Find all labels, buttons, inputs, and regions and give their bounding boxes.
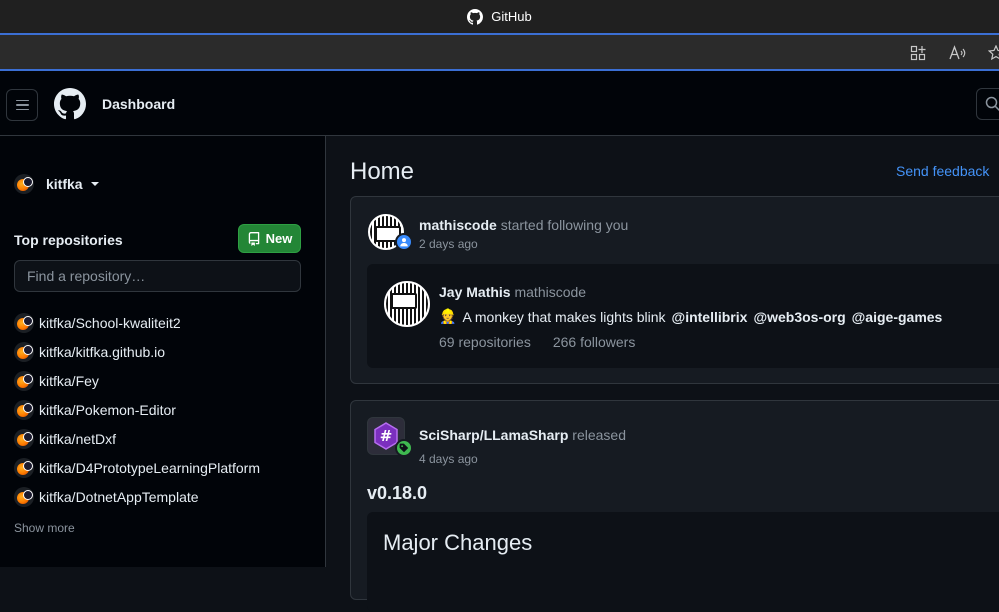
repo-item[interactable]: kitfka/kitfka.github.io bbox=[14, 337, 260, 366]
release-version[interactable]: v0.18.0 bbox=[367, 483, 427, 504]
repo-link[interactable]: kitfka/kitfka.github.io bbox=[39, 344, 165, 360]
account-switcher[interactable]: kitfka bbox=[14, 174, 99, 194]
repository-list: kitfka/School-kwaliteit2 kitfka/kitfka.g… bbox=[14, 308, 260, 511]
repo-item[interactable]: kitfka/Fey bbox=[14, 366, 260, 395]
new-button-label: New bbox=[265, 231, 293, 246]
repo-item[interactable]: kitfka/DotnetAppTemplate bbox=[14, 482, 260, 511]
menu-icon-bar bbox=[15, 108, 29, 111]
actor-link[interactable]: mathiscode bbox=[419, 217, 497, 233]
github-header: Dashboard bbox=[0, 71, 999, 136]
repo-icon bbox=[248, 231, 259, 246]
followers-count[interactable]: 266 followers bbox=[553, 334, 636, 350]
svg-text:#: # bbox=[380, 427, 393, 445]
page-title[interactable]: Dashboard bbox=[102, 96, 175, 112]
avatar bbox=[14, 457, 34, 478]
avatar bbox=[14, 312, 34, 333]
person-badge-icon bbox=[395, 233, 413, 251]
apps-icon[interactable] bbox=[908, 43, 928, 63]
username: kitfka bbox=[46, 176, 83, 192]
send-feedback-link[interactable]: Send feedback bbox=[896, 163, 989, 179]
avatar bbox=[14, 428, 34, 449]
release-notes-heading: Major Changes bbox=[383, 530, 533, 555]
release-event-card: # SciSharp/LLamaSharp released 4 days ag… bbox=[350, 400, 999, 612]
menu-button[interactable] bbox=[6, 89, 38, 121]
follow-event-card: mathiscode started following you 2 days … bbox=[350, 196, 999, 384]
repo-item[interactable]: kitfka/School-kwaliteit2 bbox=[14, 308, 260, 337]
avatar bbox=[14, 486, 34, 507]
favorite-icon[interactable] bbox=[986, 43, 999, 63]
avatar bbox=[14, 399, 34, 420]
mention-link[interactable]: @web3os-org bbox=[753, 309, 845, 325]
browser-title-bar: GitHub bbox=[0, 0, 999, 33]
event-action: released bbox=[572, 427, 626, 443]
release-notes: Major Changes bbox=[367, 512, 999, 612]
worker-emoji-icon: 👷 bbox=[439, 308, 457, 324]
top-repositories-heading: Top repositories bbox=[14, 232, 123, 248]
menu-icon-bar bbox=[15, 104, 29, 106]
bio-text: A monkey that makes lights blink bbox=[462, 308, 666, 325]
repo-link[interactable]: SciSharp/LLamaSharp bbox=[419, 427, 568, 443]
github-icon bbox=[467, 8, 484, 25]
tag-badge-icon bbox=[395, 439, 413, 457]
repo-item[interactable]: kitfka/D4PrototypeLearningPlatform bbox=[14, 453, 260, 482]
show-more-link[interactable]: Show more bbox=[14, 521, 75, 535]
read-aloud-icon[interactable] bbox=[948, 43, 968, 63]
browser-title: GitHub bbox=[491, 9, 532, 24]
menu-icon-bar bbox=[15, 99, 29, 102]
repo-link[interactable]: kitfka/Fey bbox=[39, 373, 99, 389]
feed-title: Home bbox=[350, 158, 415, 185]
new-repository-button[interactable]: New bbox=[238, 224, 301, 253]
mention-link[interactable]: @aige-games bbox=[852, 309, 943, 325]
profile-bio: 👷 A monkey that makes lights blink @inte… bbox=[439, 308, 942, 325]
search-icon bbox=[985, 96, 999, 112]
mention-link[interactable]: @intellibrix bbox=[672, 309, 748, 325]
main-feed: Home Send feedback mathiscode started fo… bbox=[327, 136, 999, 612]
event-time[interactable]: 2 days ago bbox=[419, 237, 478, 251]
repo-link[interactable]: kitfka/School-kwaliteit2 bbox=[39, 315, 181, 331]
event-time[interactable]: 4 days ago bbox=[419, 452, 478, 466]
repo-item[interactable]: kitfka/Pokemon-Editor bbox=[14, 395, 260, 424]
profile-full-name[interactable]: Jay Mathis bbox=[439, 284, 511, 300]
avatar bbox=[14, 341, 34, 362]
profile-login[interactable]: mathiscode bbox=[514, 284, 586, 300]
avatar bbox=[14, 174, 34, 194]
repo-link[interactable]: kitfka/D4PrototypeLearningPlatform bbox=[39, 460, 260, 476]
sidebar: kitfka Top repositories New kitfka/Schoo… bbox=[0, 136, 326, 567]
event-description: SciSharp/LLamaSharp released bbox=[419, 427, 626, 443]
repo-link[interactable]: kitfka/Pokemon-Editor bbox=[39, 402, 176, 418]
github-logo-icon[interactable] bbox=[54, 88, 86, 120]
chevron-down-icon bbox=[90, 182, 99, 186]
user-profile-preview: Jay Mathis mathiscode 👷 A monkey that ma… bbox=[367, 264, 999, 368]
profile-name: Jay Mathis mathiscode bbox=[439, 284, 586, 300]
repo-link[interactable]: kitfka/DotnetAppTemplate bbox=[39, 489, 199, 505]
repo-link[interactable]: kitfka/netDxf bbox=[39, 431, 116, 447]
event-action: started following you bbox=[500, 217, 629, 233]
repositories-count[interactable]: 69 repositories bbox=[439, 334, 531, 350]
find-repository-input[interactable] bbox=[14, 260, 301, 292]
profile-avatar[interactable] bbox=[384, 281, 430, 327]
avatar bbox=[14, 370, 34, 391]
profile-stats: 69 repositories 266 followers bbox=[439, 334, 635, 350]
search-button[interactable] bbox=[976, 88, 999, 120]
repo-item[interactable]: kitfka/netDxf bbox=[14, 424, 260, 453]
event-description: mathiscode started following you bbox=[419, 217, 628, 233]
browser-toolbar bbox=[0, 33, 999, 71]
avatar-image bbox=[386, 283, 428, 325]
